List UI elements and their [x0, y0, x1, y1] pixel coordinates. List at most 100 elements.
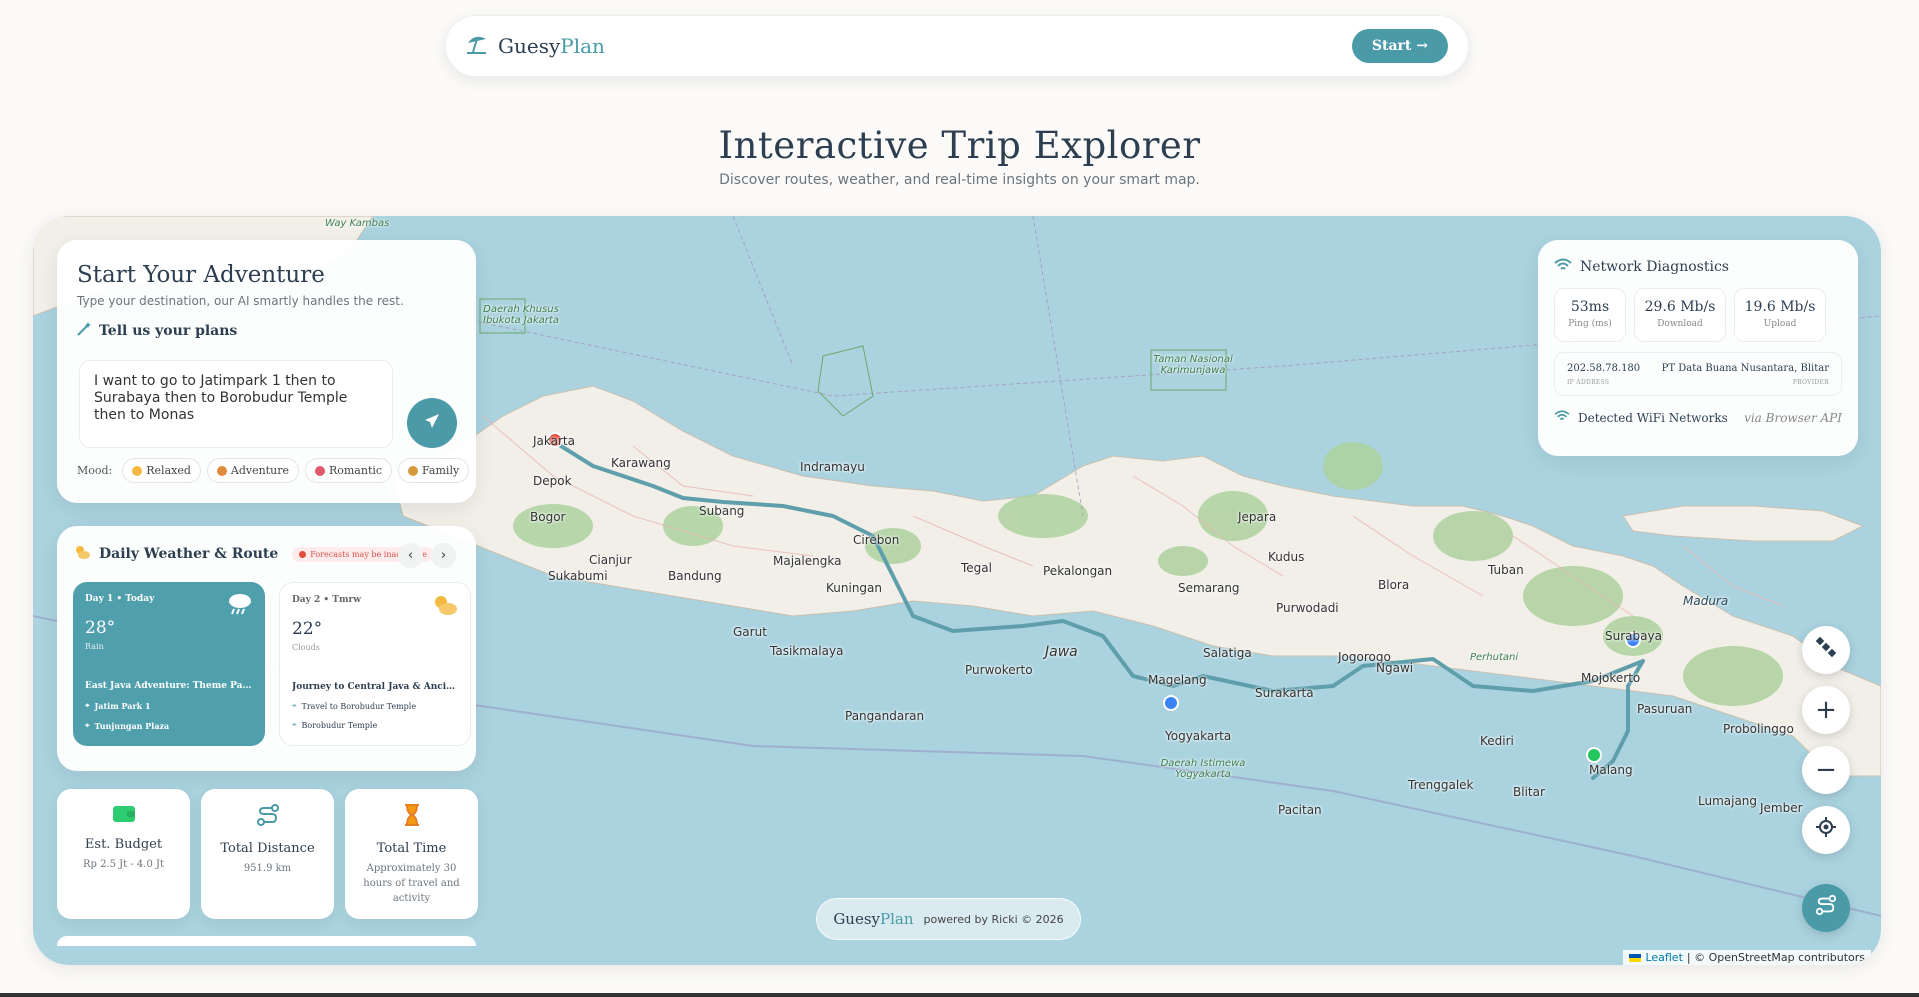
sun-cloud-icon: [430, 593, 458, 621]
route-button[interactable]: [1802, 884, 1850, 932]
family-icon: [408, 465, 419, 476]
map-label-kuningan: Kuningan: [826, 581, 882, 595]
wallet-icon: [112, 806, 136, 827]
time-title: Total Time: [376, 841, 447, 856]
map-label-cirebon: Cirebon: [853, 533, 900, 547]
map-label-surabaya: Surabaya: [1605, 629, 1662, 643]
mood-chip-romantic[interactable]: Romantic: [304, 458, 393, 483]
adventure-panel: Start Your Adventure Type your destinati…: [57, 240, 476, 503]
ping-caption: Ping (ms): [1568, 319, 1612, 329]
map-label-indramayu: Indramayu: [800, 460, 865, 474]
wifi-networks-row[interactable]: Detected WiFi Networks via Browser API: [1554, 410, 1842, 425]
sun-cloud-icon: [73, 544, 91, 564]
mood-chip-adventure[interactable]: Adventure: [206, 458, 299, 483]
map-label-pekalongan: Pekalongan: [1043, 564, 1113, 578]
send-button[interactable]: [407, 398, 457, 448]
wifi-networks-label-group: Detected WiFi Networks: [1554, 410, 1728, 425]
day-stop: ⌖ Travel to Borobudur Temple: [292, 701, 458, 711]
day-condition: Clouds: [292, 643, 320, 652]
mood-chip-relaxed[interactable]: Relaxed: [122, 458, 201, 483]
map-label-jepara: Jepara: [1238, 510, 1277, 524]
adventure-subtitle: Type your destination, our AI smartly ha…: [77, 294, 404, 308]
plans-textarea[interactable]: I want to go to Jatimpark 1 then to Sura…: [79, 360, 393, 448]
pin-icon: ⌖: [85, 720, 90, 730]
heart-icon: [314, 465, 325, 476]
map-label-lumajang: Lumajang: [1698, 794, 1758, 808]
map-label-kudus: Kudus: [1268, 550, 1305, 564]
mood-chip-label: Family: [422, 464, 460, 477]
weather-title: Daily Weather & Route: [99, 546, 279, 562]
ping-value: 53ms: [1570, 299, 1610, 315]
zoom-out-button[interactable]: −: [1802, 746, 1850, 794]
map-label-tegal: Tegal: [961, 561, 992, 575]
network-stats: 53ms Ping (ms) 29.6 Mb/s Download 19.6 M…: [1554, 288, 1842, 342]
paper-plane-icon: [424, 413, 440, 433]
day-condition: Rain: [85, 642, 104, 651]
mood-chip-label: Adventure: [230, 464, 289, 477]
upload-value: 19.6 Mb/s: [1744, 299, 1816, 315]
top-navbar: GuesyPlan Start →: [445, 15, 1469, 77]
download-value: 29.6 Mb/s: [1644, 299, 1716, 315]
map-label-sukabumi: Sukabumi: [548, 569, 608, 583]
map-label-majalengka: Majalengka: [773, 554, 842, 568]
brand-logo[interactable]: GuesyPlan: [466, 33, 605, 59]
distance-value: 951.9 km: [243, 863, 292, 874]
day-card-1[interactable]: Day 1 • Today 28° Rain East Java Adventu…: [73, 582, 265, 746]
wifi-networks-label: Detected WiFi Networks: [1578, 410, 1728, 425]
map-label-pangandaran: Pangandaran: [845, 709, 925, 723]
day-stop: ⌖ Jatim Park 1: [85, 700, 253, 711]
map-label-blitar: Blitar: [1513, 785, 1545, 799]
magic-wand-icon: [77, 322, 91, 340]
plans-label-text: Tell us your plans: [99, 323, 238, 339]
mood-chip-family[interactable]: Family: [398, 458, 470, 483]
network-info: 202.58.78.180 IP ADDRESS PT Data Buana N…: [1554, 352, 1842, 396]
map-container[interactable]: Jakarta Depok Bogor Karawang Subang Indr…: [33, 216, 1881, 965]
mood-chip-label: Romantic: [328, 464, 383, 477]
ukraine-flag-icon: [1629, 953, 1642, 962]
leaflet-link[interactable]: Leaflet: [1645, 951, 1682, 964]
mood-chip-label: Relaxed: [146, 464, 191, 477]
day-stop-label: Borobudur Temple: [301, 720, 378, 730]
map-label-yogyakarta: Yogyakarta: [1165, 729, 1232, 743]
map-label-kediri: Kediri: [1480, 734, 1514, 748]
day-temperature: 22°: [292, 619, 323, 639]
zoom-in-button[interactable]: +: [1802, 686, 1850, 734]
powered-by-badge: GuesyPlan powered by Ricki © 2026: [816, 898, 1081, 940]
plus-icon: +: [1815, 695, 1837, 725]
map-label-dki: Daerah Khusus Ibukota Jakarta: [483, 304, 559, 326]
locate-button[interactable]: [1802, 806, 1850, 854]
day-card-2[interactable]: Day 2 • Tmrw 22° Clouds Journey to Centr…: [279, 582, 471, 746]
map-label-garut: Garut: [733, 625, 767, 639]
prev-day-button[interactable]: ‹: [398, 543, 423, 568]
hourglass-icon: [402, 804, 422, 831]
download-caption: Download: [1657, 319, 1703, 329]
map-label-depok: Depok: [533, 474, 572, 488]
map-label-tasikmalaya: Tasikmalaya: [770, 644, 844, 658]
satellite-button[interactable]: [1802, 626, 1850, 674]
map-label-blora: Blora: [1378, 578, 1410, 592]
footer-brand-prefix: Guesy: [833, 910, 881, 928]
mood-label: Mood:: [77, 464, 113, 477]
map-label-bogor: Bogor: [530, 510, 566, 524]
start-button[interactable]: Start →: [1351, 29, 1448, 63]
next-day-button[interactable]: ›: [431, 543, 456, 568]
day-temperature: 28°: [85, 618, 116, 638]
footer-brand-suffix: Plan: [880, 910, 914, 928]
cloud-rain-icon: [227, 592, 253, 620]
crosshair-icon: [1815, 815, 1837, 845]
map-label-jember: Jember: [1760, 801, 1803, 815]
map-label-jakarta: Jakarta: [533, 434, 575, 448]
distance-card: Total Distance 951.9 km: [201, 789, 334, 919]
osm-credit[interactable]: | © OpenStreetMap contributors: [1687, 951, 1865, 964]
wifi-icon: [1554, 258, 1572, 276]
map-label-semarang: Semarang: [1178, 581, 1240, 595]
weather-panel: Daily Weather & Route Forecasts may be i…: [57, 526, 476, 771]
map-label-trenggalek: Trenggalek: [1408, 778, 1474, 792]
day-stop: ⌖ Tunjungan Plaza: [85, 720, 253, 731]
pin-icon: ⌖: [85, 700, 90, 710]
time-value: Approximately 30 hours of travel and act…: [363, 863, 460, 904]
page-title: Interactive Trip Explorer: [718, 124, 1201, 167]
map-label-malang: Malang: [1589, 763, 1633, 777]
map-label-madura: Madura: [1683, 594, 1729, 608]
footer-brand: GuesyPlan: [833, 910, 913, 928]
